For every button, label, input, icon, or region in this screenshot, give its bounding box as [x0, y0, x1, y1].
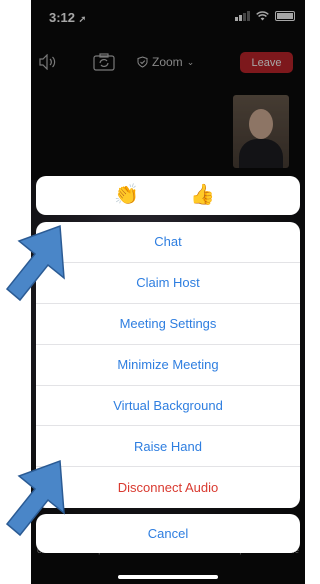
home-indicator: [118, 575, 218, 579]
menu-item-claim-host[interactable]: Claim Host: [36, 263, 300, 304]
thumbs-up-reaction-button[interactable]: 👍: [190, 182, 215, 208]
menu-item-raise-hand[interactable]: Raise Hand: [36, 426, 300, 468]
reactions-bar: 👏 👍: [36, 176, 300, 215]
more-menu-sheet: Chat Claim Host Meeting Settings Minimiz…: [36, 222, 300, 508]
menu-item-meeting-settings[interactable]: Meeting Settings: [36, 304, 300, 345]
phone-screen: 3:12 ➚ Zoom ⌄ Leave 👏 👍 Chat Claim Host …: [31, 0, 305, 584]
clap-reaction-button[interactable]: 👏: [114, 182, 139, 208]
menu-item-minimize-meeting[interactable]: Minimize Meeting: [36, 345, 300, 386]
annotation-arrow-chat: [5, 224, 65, 302]
annotation-arrow-raise-hand: [5, 459, 65, 537]
menu-item-chat[interactable]: Chat: [36, 222, 300, 263]
menu-item-disconnect-audio[interactable]: Disconnect Audio: [36, 467, 300, 508]
cancel-button[interactable]: Cancel: [36, 514, 300, 553]
menu-item-virtual-background[interactable]: Virtual Background: [36, 386, 300, 427]
